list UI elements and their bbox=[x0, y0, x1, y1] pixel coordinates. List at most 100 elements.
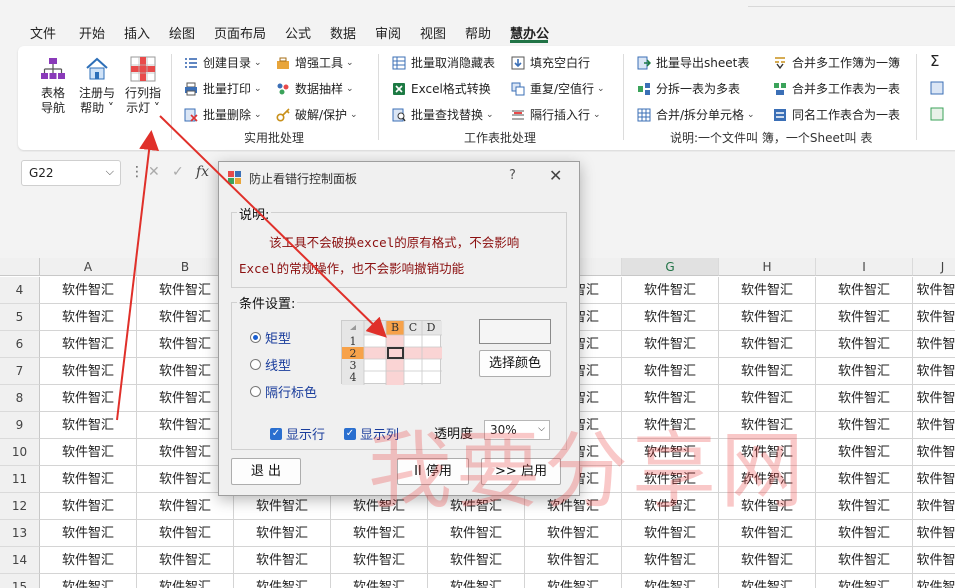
cell[interactable]: 软件智汇 bbox=[331, 574, 428, 588]
cell[interactable]: 软件智汇 bbox=[816, 439, 913, 466]
alt-insert-rows-button[interactable]: 隔行插入行 ⌄ bbox=[511, 106, 601, 123]
cell[interactable]: 软件智汇 bbox=[234, 547, 331, 574]
cell[interactable]: 软件智汇 bbox=[40, 412, 137, 439]
row-header-10[interactable]: 10 bbox=[0, 439, 40, 466]
merge-same-name-sheets-button[interactable]: 同名工作表合为一表 bbox=[773, 106, 900, 123]
cell[interactable]: 软件智汇 bbox=[234, 574, 331, 588]
row-header-9[interactable]: 9 bbox=[0, 412, 40, 439]
row-header-4[interactable]: 4 bbox=[0, 277, 40, 304]
cell[interactable]: 软件智汇 bbox=[913, 520, 955, 547]
tab-review[interactable]: 审阅 bbox=[375, 23, 401, 42]
cancel-icon[interactable]: ✕ bbox=[148, 164, 160, 180]
row-header-7[interactable]: 7 bbox=[0, 358, 40, 385]
tab-home[interactable]: 开始 bbox=[79, 23, 105, 42]
cell[interactable]: 软件智汇 bbox=[719, 331, 816, 358]
cell[interactable]: 软件智汇 bbox=[40, 466, 137, 493]
cell[interactable]: 软件智汇 bbox=[622, 574, 719, 588]
cell[interactable]: 软件智汇 bbox=[816, 466, 913, 493]
tab-data[interactable]: 数据 bbox=[330, 23, 356, 42]
cell[interactable]: 软件智汇 bbox=[719, 277, 816, 304]
name-box[interactable]: G22 ⌵ bbox=[21, 160, 121, 186]
row-col-indicator-button[interactable]: 行列指 示灯 ˅ bbox=[122, 56, 164, 116]
batch-unhide-button[interactable]: 批量取消隐藏表 bbox=[392, 54, 495, 71]
close-icon[interactable]: ✕ bbox=[549, 166, 562, 185]
cell[interactable]: 软件智汇 bbox=[137, 547, 234, 574]
tab-formulas[interactable]: 公式 bbox=[285, 23, 311, 42]
help-icon[interactable]: ? bbox=[509, 168, 516, 183]
cell[interactable]: 软件智汇 bbox=[622, 304, 719, 331]
batch-delete-button[interactable]: 批量删除 ⌄ bbox=[184, 106, 262, 123]
row-header-12[interactable]: 12 bbox=[0, 493, 40, 520]
radio-line[interactable]: 线型 bbox=[250, 355, 291, 374]
cell[interactable]: 软件智汇 bbox=[913, 412, 955, 439]
fill-blank-rows-button[interactable]: 填充空白行 bbox=[511, 54, 590, 71]
cell[interactable]: 软件智汇 bbox=[816, 358, 913, 385]
merge-workbooks-button[interactable]: 合并多工作簿为一簿 bbox=[773, 54, 900, 71]
batch-find-replace-button[interactable]: 批量查找替换 ⌄ bbox=[392, 106, 494, 123]
color-swatch[interactable] bbox=[479, 319, 551, 344]
cell[interactable]: 软件智汇 bbox=[816, 574, 913, 588]
cell[interactable]: 软件智汇 bbox=[137, 520, 234, 547]
cell[interactable]: 软件智汇 bbox=[40, 304, 137, 331]
tab-draw[interactable]: 绘图 bbox=[169, 23, 195, 42]
cell[interactable]: 软件智汇 bbox=[40, 385, 137, 412]
cell[interactable]: 软件智汇 bbox=[40, 331, 137, 358]
cell[interactable]: 软件智汇 bbox=[719, 358, 816, 385]
chevron-down-icon[interactable]: ⌵ bbox=[106, 165, 114, 179]
create-toc-button[interactable]: 创建目录 ⌄ bbox=[184, 54, 262, 71]
cell[interactable]: 软件智汇 bbox=[913, 358, 955, 385]
cell[interactable]: 软件智汇 bbox=[913, 385, 955, 412]
cell[interactable]: 软件智汇 bbox=[622, 277, 719, 304]
cell[interactable]: 软件智汇 bbox=[816, 412, 913, 439]
cell[interactable]: 软件智汇 bbox=[428, 574, 525, 588]
cell[interactable]: 软件智汇 bbox=[525, 574, 622, 588]
cell[interactable]: 软件智汇 bbox=[816, 385, 913, 412]
cell[interactable]: 软件智汇 bbox=[719, 574, 816, 588]
cell[interactable]: 软件智汇 bbox=[40, 574, 137, 588]
excel-format-convert-button[interactable]: Excel格式转换 bbox=[392, 80, 491, 97]
radio-alternate-rows[interactable]: 隔行标色 bbox=[250, 382, 317, 401]
cell[interactable]: 软件智汇 bbox=[816, 547, 913, 574]
cell[interactable]: 软件智汇 bbox=[234, 493, 331, 520]
more-options-icon[interactable]: ⋮ bbox=[130, 164, 144, 180]
table-nav-button[interactable]: 表格 导航 bbox=[36, 56, 70, 116]
tab-page-layout[interactable]: 页面布局 bbox=[214, 23, 266, 42]
row-header-8[interactable]: 8 bbox=[0, 385, 40, 412]
row-header-15[interactable]: 15 bbox=[0, 574, 40, 588]
cell[interactable]: 软件智汇 bbox=[816, 493, 913, 520]
cell[interactable]: 软件智汇 bbox=[40, 358, 137, 385]
column-header-g[interactable]: G bbox=[622, 258, 719, 276]
cell[interactable]: 软件智汇 bbox=[913, 466, 955, 493]
cell[interactable]: 软件智汇 bbox=[40, 439, 137, 466]
merge-sheets-button[interactable]: 合并多工作表为一表 bbox=[773, 80, 900, 97]
column-header-a[interactable]: A bbox=[40, 258, 137, 276]
cell[interactable]: 软件智汇 bbox=[913, 493, 955, 520]
dialog-titlebar[interactable]: 防止看错行控制面板 ? ✕ bbox=[219, 162, 579, 192]
crack-protect-button[interactable]: 破解/保护 ⌄ bbox=[276, 106, 358, 123]
column-header-h[interactable]: H bbox=[719, 258, 816, 276]
row-header-6[interactable]: 6 bbox=[0, 331, 40, 358]
row-header-14[interactable]: 14 bbox=[0, 547, 40, 574]
cell[interactable]: 软件智汇 bbox=[137, 574, 234, 588]
cell[interactable]: 软件智汇 bbox=[913, 277, 955, 304]
cell[interactable]: 软件智汇 bbox=[913, 331, 955, 358]
cell[interactable]: 软件智汇 bbox=[40, 493, 137, 520]
merge-split-cells-button[interactable]: 合并/拆分单元格 ⌄ bbox=[637, 106, 755, 123]
cell[interactable]: 软件智汇 bbox=[234, 520, 331, 547]
tab-file[interactable]: 文件 bbox=[30, 23, 56, 42]
duplicate-empty-rows-button[interactable]: 重复/空值行 ⌄ bbox=[511, 80, 605, 97]
cell[interactable]: 软件智汇 bbox=[622, 358, 719, 385]
function-icon[interactable]: fx bbox=[196, 164, 209, 180]
cell[interactable]: 软件智汇 bbox=[622, 331, 719, 358]
cell[interactable]: 软件智汇 bbox=[719, 547, 816, 574]
cell[interactable]: 软件智汇 bbox=[816, 331, 913, 358]
register-help-button[interactable]: 注册与 帮助 ˅ bbox=[76, 56, 118, 116]
cell[interactable]: 软件智汇 bbox=[816, 520, 913, 547]
tab-insert[interactable]: 插入 bbox=[124, 23, 150, 42]
confirm-icon[interactable]: ✓ bbox=[172, 164, 184, 180]
cell[interactable]: 软件智汇 bbox=[331, 547, 428, 574]
choose-color-button[interactable]: 选择颜色 bbox=[479, 350, 551, 377]
select-all-corner[interactable] bbox=[0, 258, 40, 276]
cut-off-tool-button-2[interactable] bbox=[930, 107, 949, 121]
batch-export-sheet-button[interactable]: 批量导出sheet表 bbox=[637, 54, 749, 71]
